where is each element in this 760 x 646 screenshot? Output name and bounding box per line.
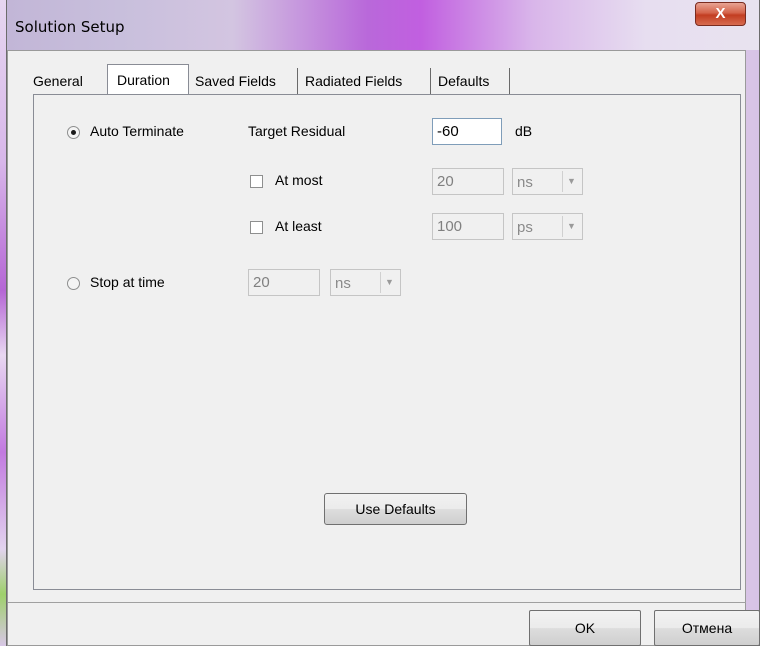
at-most-unit-value: ns [517, 174, 533, 191]
tab-duration[interactable]: Duration [107, 64, 189, 95]
stop-at-time-radio[interactable] [67, 277, 80, 290]
at-most-input[interactable]: 20 [432, 168, 504, 195]
tab-saved-fields-label: Saved Fields [195, 73, 276, 89]
stop-at-time-input[interactable]: 20 [248, 269, 320, 296]
at-least-input[interactable]: 100 [432, 213, 504, 240]
tab-radiated-fields-label: Radiated Fields [305, 73, 403, 89]
tab-defaults[interactable]: Defaults [431, 68, 510, 94]
target-residual-input[interactable]: -60 [432, 118, 502, 145]
stop-at-time-unit-value: ns [335, 275, 351, 292]
tab-duration-label: Duration [117, 72, 170, 88]
stop-at-time-label: Stop at time [90, 274, 165, 290]
stop-at-time-unit-select[interactable]: ns ▼ [330, 269, 401, 296]
at-most-label: At most [275, 172, 323, 188]
at-least-unit-select[interactable]: ps ▼ [512, 213, 583, 240]
tab-defaults-label: Defaults [438, 73, 490, 89]
tab-general-label: General [33, 73, 83, 89]
tab-radiated-fields[interactable]: Radiated Fields [298, 68, 431, 94]
cancel-button[interactable]: Отмена [654, 610, 760, 646]
button-bar-divider [8, 602, 746, 603]
auto-terminate-radio[interactable] [67, 126, 80, 139]
chevron-down-icon: ▼ [562, 171, 580, 192]
at-least-label: At least [275, 218, 322, 234]
chevron-down-icon: ▼ [380, 272, 398, 293]
tab-general[interactable]: General [27, 68, 107, 94]
use-defaults-button[interactable]: Use Defaults [324, 493, 467, 525]
target-residual-unit: dB [515, 123, 533, 139]
ok-button[interactable]: OK [529, 610, 641, 646]
at-most-checkbox[interactable] [250, 175, 263, 188]
close-button[interactable]: X [695, 2, 746, 26]
at-least-unit-value: ps [517, 219, 533, 236]
at-most-unit-select[interactable]: ns ▼ [512, 168, 583, 195]
at-least-checkbox[interactable] [250, 221, 263, 234]
chevron-down-icon: ▼ [562, 216, 580, 237]
close-icon: X [715, 5, 726, 22]
target-residual-label: Target Residual [248, 123, 346, 139]
auto-terminate-label: Auto Terminate [90, 123, 184, 139]
tab-saved-fields[interactable]: Saved Fields [189, 68, 298, 94]
window-title: Solution Setup [15, 18, 125, 36]
